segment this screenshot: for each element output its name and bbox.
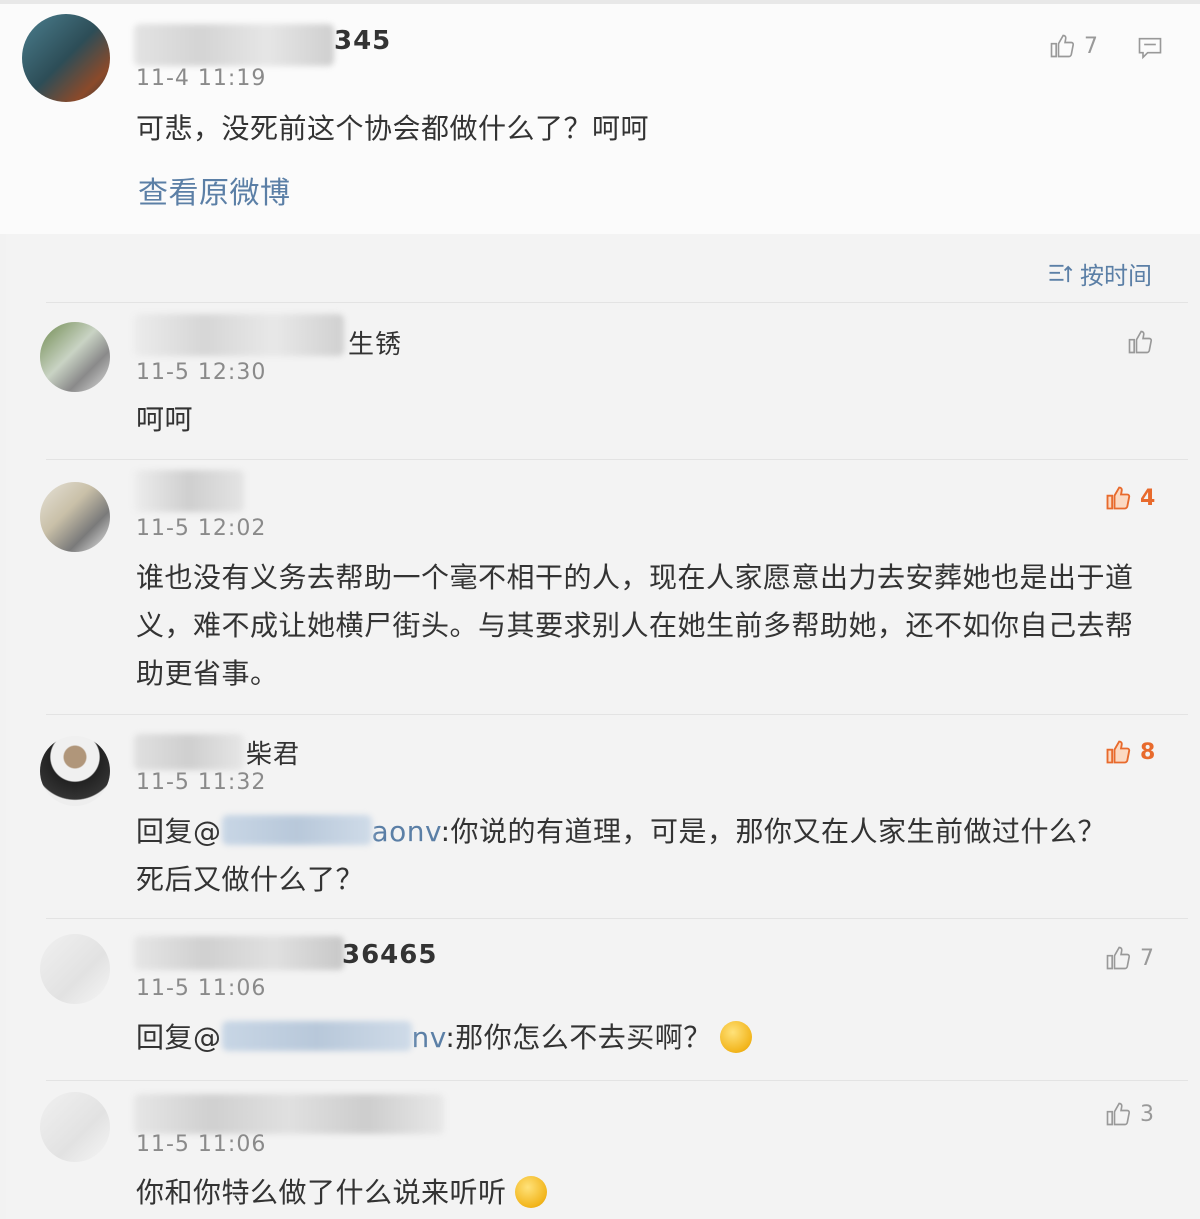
username-redacted [134, 470, 244, 512]
like-button[interactable]: 3 [1104, 1100, 1154, 1128]
emoji-icon [719, 1021, 752, 1053]
reply-prefix: 回复@ [136, 815, 222, 848]
divider [46, 1080, 1188, 1081]
avatar[interactable] [40, 1092, 110, 1162]
avatar[interactable] [40, 482, 110, 552]
comment-date: 11-5 11:32 [136, 770, 267, 795]
username[interactable]: 柴君 [246, 734, 300, 771]
avatar[interactable] [40, 736, 110, 806]
view-original-link[interactable]: 查看原微博 [138, 170, 291, 218]
reply-target[interactable]: nv [412, 1021, 446, 1054]
divider [46, 459, 1188, 460]
like-count: 7 [1084, 33, 1098, 59]
divider [46, 714, 1188, 715]
sort-icon [1049, 264, 1073, 282]
comment-body: 你和你特么做了什么说来听听 [136, 1176, 507, 1209]
reply-body: :那你怎么不去买啊？ [445, 1021, 712, 1054]
reply-target-redacted [221, 815, 372, 845]
username[interactable]: 生锈 [348, 324, 402, 361]
reply-target[interactable]: aonv [372, 815, 441, 848]
username[interactable]: 36465 [342, 940, 437, 970]
like-count: 3 [1140, 1101, 1154, 1127]
divider [46, 918, 1188, 919]
comment-list: 按时间 生锈 11-5 12:30 呵呵 11-5 12:02 谁也没有义务去帮… [6, 234, 1200, 1219]
thumbs-up-icon [1128, 330, 1153, 354]
comment-button[interactable] [1136, 34, 1164, 62]
comment-text: 你和你特么做了什么说来听听 [136, 1169, 547, 1217]
like-button[interactable]: 7 [1048, 32, 1098, 60]
like-button[interactable]: 7 [1104, 944, 1154, 972]
emoji-icon [514, 1176, 547, 1208]
like-count: 8 [1140, 739, 1156, 765]
username[interactable]: 345 [334, 26, 391, 56]
username-redacted [134, 936, 344, 970]
avatar[interactable] [40, 322, 110, 392]
like-count: 7 [1140, 945, 1154, 971]
thumbs-up-icon [1106, 1102, 1131, 1126]
username-redacted [134, 314, 344, 356]
like-button[interactable] [1126, 328, 1162, 356]
comment-text: 回复@ nv:那你怎么不去买啊？ [136, 1014, 752, 1062]
thumbs-up-icon [1106, 486, 1131, 510]
comment-date: 11-5 12:30 [136, 360, 267, 385]
username-redacted [134, 734, 244, 770]
divider [46, 302, 1188, 303]
username-redacted [134, 24, 334, 66]
avatar[interactable] [22, 14, 110, 102]
avatar[interactable] [40, 934, 110, 1004]
comment-date: 11-5 11:06 [136, 1132, 267, 1157]
reply-target-redacted [221, 1021, 412, 1051]
thumbs-up-icon [1050, 34, 1075, 58]
sort-label: 按时间 [1080, 262, 1152, 290]
thumbs-up-icon [1106, 740, 1131, 764]
like-button[interactable]: 8 [1104, 738, 1155, 766]
comment-text: 呵呵 [136, 403, 194, 436]
comment-date: 11-5 12:02 [136, 516, 267, 541]
like-button[interactable]: 4 [1104, 484, 1155, 512]
thumbs-up-icon [1106, 946, 1131, 970]
comment-text: 回复@ aonv:你说的有道理，可是，那你又在人家生前做过什么？死后又做什么了？ [136, 808, 1116, 904]
original-post-card: 345 11-4 11:19 可悲，没死前这个协会都做什么了？呵呵 查看原微博 … [0, 0, 1200, 234]
username-redacted [134, 1094, 444, 1134]
sort-button[interactable]: 按时间 [1046, 256, 1152, 291]
post-date: 11-4 11:19 [136, 66, 267, 91]
post-text: 可悲，没死前这个协会都做什么了？呵呵 [136, 112, 650, 145]
comment-icon [1138, 37, 1162, 60]
comment-text: 谁也没有义务去帮助一个毫不相干的人，现在人家愿意出力去安葬她也是出于道义，难不成… [136, 561, 1134, 690]
like-count: 4 [1140, 485, 1156, 511]
comment-date: 11-5 11:06 [136, 976, 267, 1001]
reply-prefix: 回复@ [136, 1021, 222, 1054]
